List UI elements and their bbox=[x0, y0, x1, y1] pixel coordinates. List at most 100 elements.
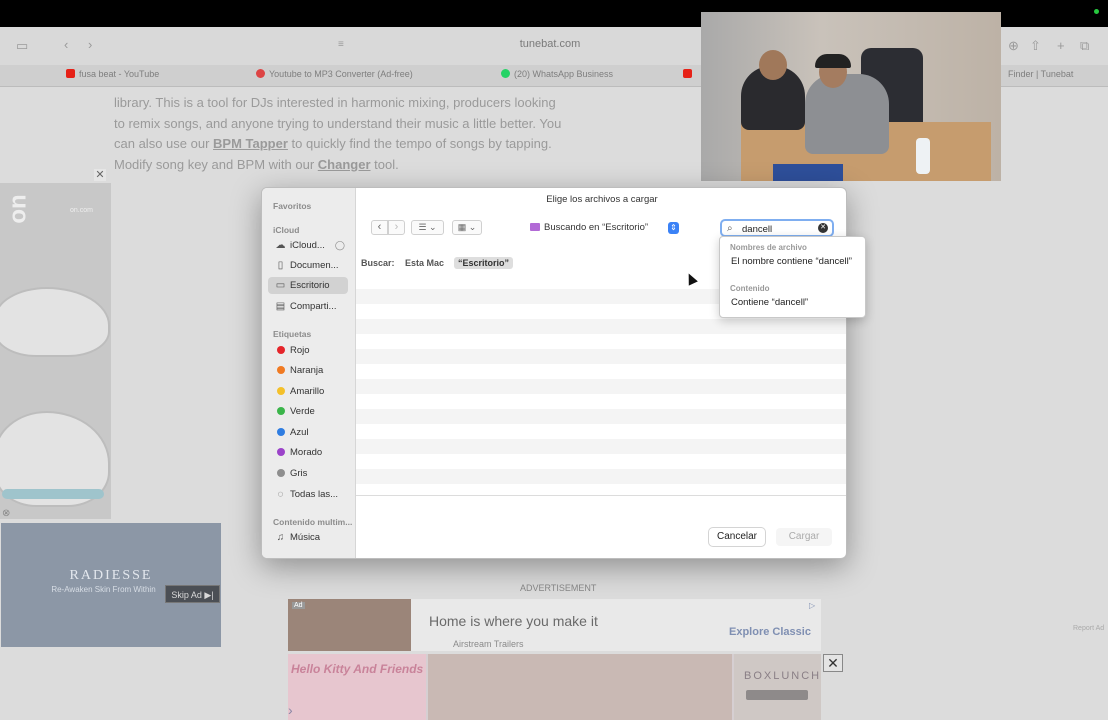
report-ad-link[interactable]: Report Ad bbox=[1073, 625, 1104, 632]
sidebar-toggle-icon[interactable]: ▭ bbox=[16, 38, 28, 54]
sidebar-tag-orange[interactable]: Naranja bbox=[268, 362, 348, 379]
search-icon: ⌕ bbox=[727, 223, 733, 234]
on-logo: on bbox=[4, 194, 32, 224]
ad-choices-icon[interactable]: ▷ bbox=[809, 601, 815, 610]
sidebar-item-icloud-drive[interactable]: ☁ iCloud... ◯ bbox=[268, 237, 348, 254]
bpm-tapper-link[interactable]: BPM Tapper bbox=[213, 136, 288, 151]
skip-ad-button[interactable]: Skip Ad ▶| bbox=[165, 585, 220, 603]
list-row bbox=[356, 394, 846, 409]
list-row bbox=[356, 409, 846, 424]
sidebar-tag-blue[interactable]: Azul bbox=[268, 424, 348, 441]
filename-contains-option[interactable]: El nombre contiene “dancell” bbox=[731, 256, 852, 267]
list-row bbox=[356, 334, 846, 349]
sidebar-item-desktop[interactable]: ▭ Escritorio bbox=[268, 277, 348, 294]
back-icon[interactable]: ‹ bbox=[64, 37, 68, 52]
video-overlay[interactable] bbox=[701, 12, 1001, 181]
youtube-icon bbox=[66, 69, 75, 78]
mat bbox=[773, 164, 843, 181]
tab-tunebat[interactable]: Finder | Tunebat bbox=[1008, 69, 1073, 83]
search-input[interactable] bbox=[742, 223, 812, 235]
tab-youtube[interactable]: fusa beat - YouTube bbox=[66, 69, 159, 83]
tag-label: Gris bbox=[290, 468, 308, 479]
sidebar-tag-green[interactable]: Verde bbox=[268, 403, 348, 420]
sidebar-item-documents[interactable]: ▯ Documen... bbox=[268, 257, 348, 274]
sidebar-item-label: Música bbox=[290, 532, 321, 543]
hello-kitty-logo: Hello Kitty And Friends bbox=[291, 662, 424, 676]
folder-icon bbox=[530, 223, 540, 231]
cap bbox=[815, 54, 851, 68]
close-icon[interactable]: ✕ bbox=[823, 654, 843, 672]
new-tab-icon[interactable]: + bbox=[1057, 38, 1065, 53]
list-view-button[interactable]: ☰ ⌄ bbox=[411, 220, 444, 235]
tab-whatsapp[interactable]: (20) WhatsApp Business bbox=[501, 69, 613, 83]
tag-dot-icon bbox=[277, 387, 285, 395]
sidebar-tag-gray[interactable]: Gris bbox=[268, 465, 348, 482]
sidebar-item-music[interactable]: ♫ Música bbox=[268, 529, 348, 546]
person bbox=[805, 74, 889, 154]
changer-link[interactable]: Changer bbox=[318, 157, 371, 172]
content-contains-option[interactable]: Contiene “dancell” bbox=[731, 297, 808, 308]
search-field[interactable]: ⌕ ✕ bbox=[720, 219, 834, 237]
share-icon[interactable]: ⇧ bbox=[1030, 38, 1041, 54]
clear-search-icon[interactable]: ✕ bbox=[818, 223, 828, 233]
location-popup[interactable]: Buscando en “Escritorio” ⇕ bbox=[530, 220, 679, 236]
ad-headline: Home is where you make it bbox=[429, 613, 598, 629]
tag-label: Morado bbox=[290, 447, 323, 458]
youtube-icon bbox=[683, 69, 692, 78]
forward-icon[interactable]: › bbox=[88, 37, 92, 52]
ad-choices-icon[interactable]: ⊗ bbox=[2, 508, 10, 519]
tab-overview-icon[interactable]: ⧉ bbox=[1080, 38, 1089, 54]
filenames-heading: Nombres de archivo bbox=[730, 243, 807, 252]
sidebar-item-label: Comparti... bbox=[290, 301, 337, 312]
forward-button[interactable]: › bbox=[388, 220, 405, 235]
tab-hidden[interactable] bbox=[683, 69, 696, 83]
ad-choices-icon[interactable]: › bbox=[288, 702, 293, 718]
camera-indicator-icon bbox=[1094, 9, 1099, 14]
scope-desktop[interactable]: “Escritorio” bbox=[454, 257, 514, 269]
scope-this-mac[interactable]: Esta Mac bbox=[405, 258, 444, 268]
sidebar-tag-red[interactable]: Rojo bbox=[268, 342, 348, 359]
explore-classic-button[interactable]: Explore Classic bbox=[729, 626, 811, 638]
search-scope-label: Buscar: bbox=[361, 258, 395, 268]
close-icon[interactable]: ✕ bbox=[94, 169, 106, 181]
tab-mp3-converter[interactable]: Youtube to MP3 Converter (Ad-free) bbox=[256, 69, 413, 83]
airstream-ad[interactable]: Ad Home is where you make it Airstream T… bbox=[288, 599, 821, 651]
sidebar-item-shared[interactable]: ▤ Comparti... bbox=[268, 298, 348, 315]
water-bottle bbox=[916, 138, 930, 174]
intro-text: tool. bbox=[374, 156, 399, 172]
grid-view-button[interactable]: ▦ ⌄ bbox=[452, 220, 482, 235]
boxlunch-ad[interactable]: Hello Kitty And Friends BOXLUNCH › bbox=[288, 654, 821, 720]
dialog-title: Elige los archivos a cargar bbox=[546, 194, 658, 205]
sidebar-tag-yellow[interactable]: Amarillo bbox=[268, 383, 348, 400]
favorites-heading: Favoritos bbox=[273, 201, 312, 211]
cloud-icon: ☁ bbox=[275, 240, 286, 251]
tab-label: Youtube to MP3 Converter (Ad-free) bbox=[269, 69, 413, 79]
tag-dot-icon bbox=[277, 428, 285, 436]
tag-label: Verde bbox=[290, 406, 315, 417]
intro-paragraph: library. This is a tool for DJs interest… bbox=[114, 93, 564, 175]
list-row bbox=[356, 454, 846, 469]
list-row bbox=[356, 469, 846, 484]
tag-label: Todas las... bbox=[290, 489, 339, 500]
back-button[interactable]: ‹ bbox=[371, 220, 388, 235]
list-row bbox=[356, 439, 846, 454]
cancel-button[interactable]: Cancelar bbox=[709, 528, 765, 546]
ad-brand: Airstream Trailers bbox=[453, 639, 524, 649]
ad-image bbox=[288, 599, 411, 651]
load-button[interactable]: Cargar bbox=[776, 528, 832, 546]
person-head bbox=[759, 50, 787, 80]
tag-dot-icon bbox=[277, 469, 285, 477]
shared-folder-icon: ▤ bbox=[275, 301, 286, 312]
sidebar-tag-purple[interactable]: Morado bbox=[268, 444, 348, 461]
tag-label: Rojo bbox=[290, 345, 310, 356]
document-icon: ▯ bbox=[277, 260, 284, 271]
shop-button[interactable] bbox=[746, 690, 808, 700]
tag-label: Naranja bbox=[290, 365, 324, 376]
tag-label: Amarillo bbox=[290, 386, 325, 397]
sidebar-all-tags[interactable]: ◌ Todas las... bbox=[268, 486, 348, 503]
left-shoe-ad[interactable]: on on.com bbox=[0, 183, 111, 519]
tag-label: Azul bbox=[290, 427, 309, 438]
download-icon[interactable]: ⊕ bbox=[1008, 38, 1019, 54]
music-note-icon: ♫ bbox=[276, 532, 285, 543]
list-view-icon: ☰ ⌄ bbox=[418, 222, 437, 232]
